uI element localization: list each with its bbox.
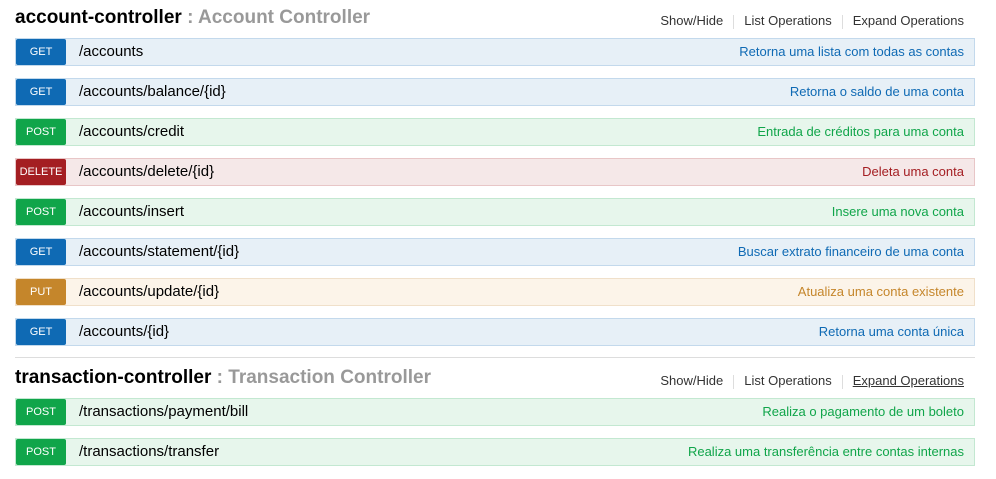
endpoint-path[interactable]: /transactions/payment/bill [79,399,248,425]
operation-row[interactable]: GET/accounts Retorna uma lista com todas … [15,38,975,66]
endpoint-path[interactable]: /accounts/credit [79,119,184,145]
endpoint-summary[interactable]: Entrada de créditos para uma conta [757,119,964,145]
endpoint-summary[interactable]: Deleta uma conta [862,159,964,185]
operation-row[interactable]: POST/accounts/credit Entrada de créditos … [15,118,975,146]
operation-row[interactable]: PUT/accounts/update/{id} Atualiza uma con… [15,278,975,306]
link-divider [841,14,843,29]
operations-list: GET/accounts Retorna uma lista com todas … [15,38,975,346]
section-divider [15,357,975,358]
controller-separator: : [181,7,198,28]
controller-name[interactable]: account-controller [15,7,182,28]
endpoint-summary[interactable]: Realiza uma transferência entre contas i… [688,439,964,465]
link-divider [733,14,735,29]
resource-section-transaction-controller: transaction-controller : Transaction Con… [15,360,975,476]
endpoint-summary[interactable]: Retorna uma conta única [819,319,964,345]
show-hide-link[interactable]: Show/Hide [660,13,723,28]
resource-section-account-controller: account-controller : Account Controller … [15,0,975,356]
operation-row[interactable]: GET/accounts/{id} Retorna uma conta única [15,318,975,346]
link-divider [733,374,735,389]
endpoint-path[interactable]: /transactions/transfer [79,439,219,465]
show-hide-link[interactable]: Show/Hide [660,373,723,388]
operation-row[interactable]: POST/accounts/insert Insere uma nova cont… [15,198,975,226]
http-method-badge[interactable]: GET [16,319,66,345]
endpoint-summary[interactable]: Retorna o saldo de uma conta [790,79,964,105]
http-method-badge[interactable]: GET [16,39,66,65]
http-method-badge[interactable]: GET [16,79,66,105]
http-method-badge[interactable]: GET [16,239,66,265]
list-operations-link[interactable]: List Operations [744,373,831,388]
resource-header: account-controller : Account Controller … [15,0,975,36]
expand-operations-link[interactable]: Expand Operations [853,13,964,28]
http-method-badge[interactable]: DELETE [16,159,66,185]
endpoint-summary[interactable]: Retorna uma lista com todas as contas [739,39,964,65]
expand-operations-link[interactable]: Expand Operations [853,373,964,388]
operation-row[interactable]: POST/transactions/transfer Realiza uma tr… [15,438,975,466]
resource-options: Show/Hide List Operations Expand Operation… [660,13,964,29]
endpoint-summary[interactable]: Realiza o pagamento de um boleto [762,399,964,425]
endpoint-path[interactable]: /accounts/statement/{id} [79,239,239,265]
operation-row[interactable]: GET/accounts/statement/{id} Buscar extrat… [15,238,975,266]
http-method-badge[interactable]: POST [16,119,66,145]
resource-header: transaction-controller : Transaction Con… [15,360,975,396]
controller-separator: : [211,367,229,388]
http-method-badge[interactable]: POST [16,199,66,225]
operation-row[interactable]: GET/accounts/balance/{id} Retorna o saldo… [15,78,975,106]
list-operations-link[interactable]: List Operations [744,13,831,28]
resource-options: Show/Hide List Operations Expand Operation… [660,373,964,389]
operation-row[interactable]: POST/transactions/payment/bill Realiza o … [15,398,975,426]
controller-description: Transaction Controller [228,367,431,388]
endpoint-path[interactable]: /accounts [79,39,143,65]
controller-title[interactable]: transaction-controller : Transaction Con… [15,367,431,389]
endpoint-path[interactable]: /accounts/balance/{id} [79,79,226,105]
controller-name[interactable]: transaction-controller [15,367,211,388]
endpoint-path[interactable]: /accounts/{id} [79,319,169,345]
endpoint-summary[interactable]: Atualiza uma conta existente [798,279,964,305]
endpoint-path[interactable]: /accounts/delete/{id} [79,159,214,185]
operations-list: POST/transactions/payment/bill Realiza o … [15,398,975,466]
endpoint-path[interactable]: /accounts/update/{id} [79,279,219,305]
http-method-badge[interactable]: POST [16,399,66,425]
endpoint-summary[interactable]: Insere uma nova conta [832,199,964,225]
endpoint-summary[interactable]: Buscar extrato financeiro de uma conta [738,239,964,265]
link-divider [841,374,843,389]
operation-row[interactable]: DELETE/accounts/delete/{id} Deleta uma co… [15,158,975,186]
http-method-badge[interactable]: PUT [16,279,66,305]
endpoint-path[interactable]: /accounts/insert [79,199,184,225]
http-method-badge[interactable]: POST [16,439,66,465]
controller-description: Account Controller [198,7,371,28]
controller-title[interactable]: account-controller : Account Controller [15,7,370,29]
